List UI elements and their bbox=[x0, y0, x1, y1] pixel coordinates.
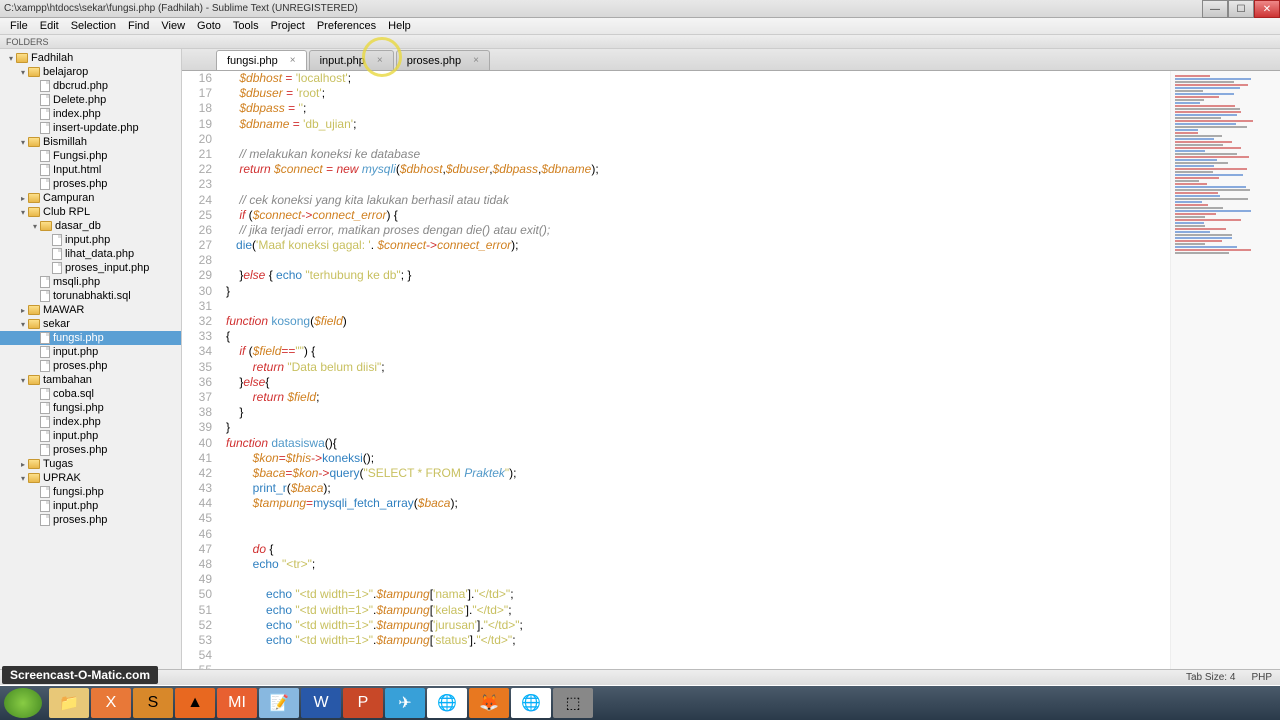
tree-Fungsi-php[interactable]: Fungsi.php bbox=[0, 149, 181, 163]
sidebar[interactable]: ▾Fadhilah▾belajaropdbcrud.phpDelete.phpi… bbox=[0, 49, 182, 669]
status-tabsize[interactable]: Tab Size: 4 bbox=[1186, 672, 1235, 683]
tree-Input-html[interactable]: Input.html bbox=[0, 163, 181, 177]
task-vlc[interactable]: ▲ bbox=[175, 688, 215, 718]
folders-header: FOLDERS bbox=[0, 35, 1280, 49]
tab-proses-php[interactable]: proses.php× bbox=[396, 50, 490, 70]
menu-preferences[interactable]: Preferences bbox=[311, 20, 382, 32]
task-chrome1[interactable]: 🌐 bbox=[427, 688, 467, 718]
tree-lihat_data-php[interactable]: lihat_data.php bbox=[0, 247, 181, 261]
tree-Bismillah[interactable]: ▾Bismillah bbox=[0, 135, 181, 149]
task-mi[interactable]: MI bbox=[217, 688, 257, 718]
tree-proses-php[interactable]: proses.php bbox=[0, 443, 181, 457]
task-notepad[interactable]: 📝 bbox=[259, 688, 299, 718]
tree-Fadhilah[interactable]: ▾Fadhilah bbox=[0, 51, 181, 65]
menu-project[interactable]: Project bbox=[265, 20, 311, 32]
tree-input-php[interactable]: input.php bbox=[0, 499, 181, 513]
tab-input-php[interactable]: input.php× bbox=[309, 50, 394, 70]
task-recorder[interactable]: ⬚ bbox=[553, 688, 593, 718]
tree-torunabhakti-sql[interactable]: torunabhakti.sql bbox=[0, 289, 181, 303]
minimize-button[interactable]: — bbox=[1202, 0, 1228, 18]
tab-close-icon[interactable]: × bbox=[377, 55, 383, 66]
tree-proses-php[interactable]: proses.php bbox=[0, 177, 181, 191]
code-editor[interactable]: $dbhost = 'localhost'; $dbuser = 'root';… bbox=[220, 71, 1170, 669]
menu-goto[interactable]: Goto bbox=[191, 20, 227, 32]
tree-Campuran[interactable]: ▸Campuran bbox=[0, 191, 181, 205]
menu-find[interactable]: Find bbox=[122, 20, 155, 32]
tree-proses_input-php[interactable]: proses_input.php bbox=[0, 261, 181, 275]
tab-close-icon[interactable]: × bbox=[473, 55, 479, 66]
tree-fungsi-php[interactable]: fungsi.php bbox=[0, 485, 181, 499]
menu-view[interactable]: View bbox=[155, 20, 191, 32]
menu-tools[interactable]: Tools bbox=[227, 20, 265, 32]
tree-belajarop[interactable]: ▾belajarop bbox=[0, 65, 181, 79]
tree-index-php[interactable]: index.php bbox=[0, 415, 181, 429]
menu-selection[interactable]: Selection bbox=[65, 20, 122, 32]
menu-file[interactable]: File bbox=[4, 20, 34, 32]
tab-fungsi-php[interactable]: fungsi.php× bbox=[216, 50, 307, 70]
tree-MAWAR[interactable]: ▸MAWAR bbox=[0, 303, 181, 317]
task-powerpoint[interactable]: P bbox=[343, 688, 383, 718]
tree-proses-php[interactable]: proses.php bbox=[0, 359, 181, 373]
minimap[interactable] bbox=[1170, 71, 1280, 669]
task-chrome2[interactable]: 🌐 bbox=[511, 688, 551, 718]
task-explorer[interactable]: 📁 bbox=[49, 688, 89, 718]
menu-edit[interactable]: Edit bbox=[34, 20, 65, 32]
task-word[interactable]: W bbox=[301, 688, 341, 718]
tree-UPRAK[interactable]: ▾UPRAK bbox=[0, 471, 181, 485]
status-bar: Line 9, Column 68 Tab Size: 4 PHP bbox=[0, 669, 1280, 685]
tree-Tugas[interactable]: ▸Tugas bbox=[0, 457, 181, 471]
task-sublime[interactable]: S bbox=[133, 688, 173, 718]
tree-tambahan[interactable]: ▾tambahan bbox=[0, 373, 181, 387]
maximize-button[interactable]: ☐ bbox=[1228, 0, 1254, 18]
tree-dasar_db[interactable]: ▾dasar_db bbox=[0, 219, 181, 233]
menu-bar: FileEditSelectionFindViewGotoToolsProjec… bbox=[0, 18, 1280, 35]
line-gutter: 1617181920212223242526272829303132333435… bbox=[182, 71, 220, 669]
tree-Club RPL[interactable]: ▾Club RPL bbox=[0, 205, 181, 219]
start-button[interactable] bbox=[4, 688, 42, 718]
tree-fungsi-php[interactable]: fungsi.php bbox=[0, 331, 181, 345]
taskbar: 📁 X S ▲ MI 📝 W P ✈ 🌐 🦊 🌐 ⬚ bbox=[0, 686, 1280, 720]
menu-help[interactable]: Help bbox=[382, 20, 417, 32]
tab-close-icon[interactable]: × bbox=[290, 55, 296, 66]
tree-dbcrud-php[interactable]: dbcrud.php bbox=[0, 79, 181, 93]
tree-input-php[interactable]: input.php bbox=[0, 345, 181, 359]
task-telegram[interactable]: ✈ bbox=[385, 688, 425, 718]
tree-fungsi-php[interactable]: fungsi.php bbox=[0, 401, 181, 415]
task-firefox[interactable]: 🦊 bbox=[469, 688, 509, 718]
tree-index-php[interactable]: index.php bbox=[0, 107, 181, 121]
title-bar: C:\xampp\htdocs\sekar\fungsi.php (Fadhil… bbox=[0, 0, 1280, 18]
status-language[interactable]: PHP bbox=[1251, 672, 1272, 683]
tree-sekar[interactable]: ▾sekar bbox=[0, 317, 181, 331]
watermark: Screencast-O-Matic.com bbox=[2, 666, 158, 684]
tree-insert-update-php[interactable]: insert-update.php bbox=[0, 121, 181, 135]
tree-input-php[interactable]: input.php bbox=[0, 233, 181, 247]
window-title: C:\xampp\htdocs\sekar\fungsi.php (Fadhil… bbox=[4, 3, 1276, 14]
tree-msqli-php[interactable]: msqli.php bbox=[0, 275, 181, 289]
tree-input-php[interactable]: input.php bbox=[0, 429, 181, 443]
tree-Delete-php[interactable]: Delete.php bbox=[0, 93, 181, 107]
tree-coba-sql[interactable]: coba.sql bbox=[0, 387, 181, 401]
tree-proses-php[interactable]: proses.php bbox=[0, 513, 181, 527]
close-button[interactable]: ✕ bbox=[1254, 0, 1280, 18]
tab-bar: fungsi.php×input.php×proses.php× bbox=[182, 49, 1280, 71]
task-xampp[interactable]: X bbox=[91, 688, 131, 718]
